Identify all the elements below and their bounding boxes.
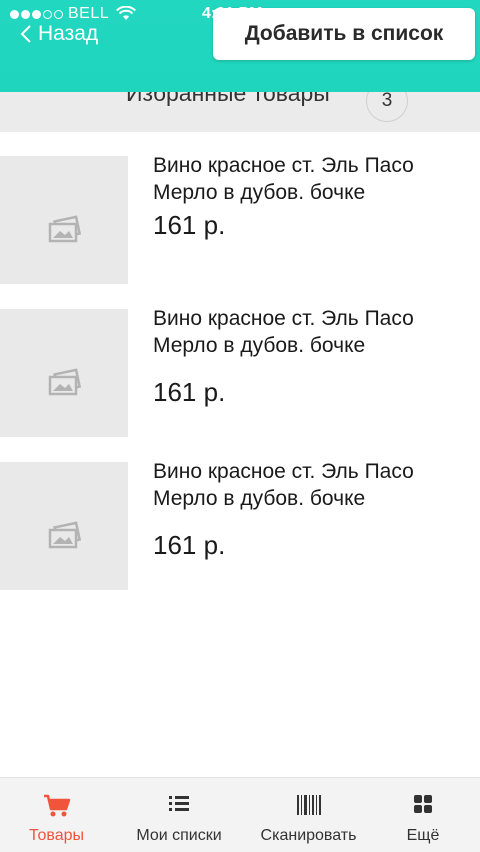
product-image-placeholder <box>0 156 128 284</box>
product-price: 161 р. <box>153 377 226 407</box>
tab-products[interactable]: Товары <box>0 778 113 852</box>
grid-icon <box>414 795 432 813</box>
section-title: Избранные товары <box>126 92 330 106</box>
product-price: 161 р. <box>153 530 226 560</box>
tab-more-label: Ещё <box>406 827 440 844</box>
tab-my-lists[interactable]: Мои списки <box>128 778 230 852</box>
image-placeholder-icon <box>48 521 81 549</box>
add-to-list-button[interactable]: Добавить в список <box>213 8 475 60</box>
product-item[interactable]: Вино красное ст. Эль Пасо Мерло в дубов.… <box>0 460 480 592</box>
tab-my-lists-label: Мои списки <box>136 827 222 844</box>
image-placeholder-icon <box>48 215 81 243</box>
chevron-left-icon <box>20 25 31 43</box>
tab-bar: Товары Мои списки Сканировать Ещё <box>0 777 480 852</box>
tab-scan-label: Сканировать <box>260 827 357 844</box>
count-badge: 3 <box>366 92 408 122</box>
tab-products-label: Товары <box>28 827 85 844</box>
tab-more[interactable]: Ещё <box>378 778 468 852</box>
list-icon <box>169 796 189 811</box>
image-placeholder-icon <box>48 368 81 396</box>
product-image-placeholder <box>0 309 128 437</box>
product-image-placeholder <box>0 462 128 590</box>
back-button-label: Назад <box>38 22 99 45</box>
product-item[interactable]: Вино красное ст. Эль Пасо Мерло в дубов.… <box>0 307 480 439</box>
product-price: 161 р. <box>153 210 226 240</box>
barcode-icon <box>296 795 321 815</box>
wifi-icon <box>116 6 136 20</box>
product-name: Вино красное ст. Эль Пасо Мерло в дубов.… <box>153 154 414 204</box>
header-bar: BELL 4:21 PM Назад Добавить в список <box>0 0 480 92</box>
product-name: Вино красное ст. Эль Пасо Мерло в дубов.… <box>153 460 414 510</box>
tab-scan[interactable]: Сканировать <box>252 778 365 852</box>
product-item[interactable]: Вино красное ст. Эль Пасо Мерло в дубов.… <box>0 154 480 286</box>
product-name: Вино красное ст. Эль Пасо Мерло в дубов.… <box>153 307 414 357</box>
app-root: BELL 4:21 PM Назад Добавить в список Изб… <box>0 0 480 852</box>
back-button[interactable]: Назад <box>20 18 98 50</box>
section-header: Избранные товары 3 <box>0 92 480 132</box>
cart-icon <box>43 794 70 817</box>
